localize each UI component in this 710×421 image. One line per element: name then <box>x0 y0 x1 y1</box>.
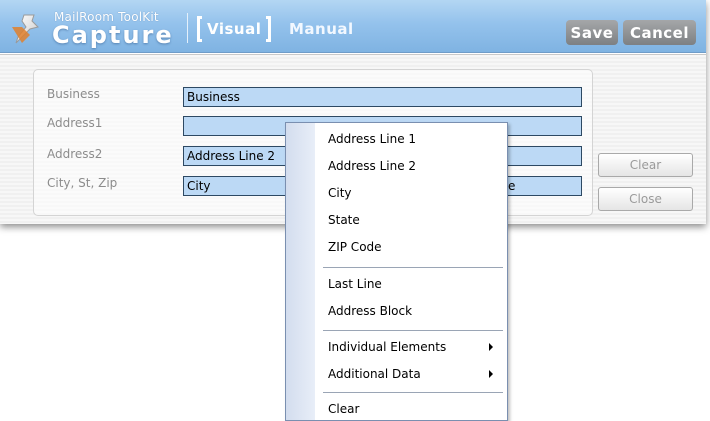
tab-visual[interactable]: Visual <box>197 15 272 43</box>
save-button[interactable]: Save <box>566 20 618 45</box>
menu-separator <box>323 392 503 393</box>
city-st-zip-label: City, St, Zip <box>47 176 118 190</box>
chevron-right-icon <box>489 343 493 351</box>
screen: MailRoom ToolKit Capture Visual Manual S… <box>0 0 710 421</box>
address2-label: Address2 <box>47 147 103 161</box>
menu-item-individual-elements[interactable]: Individual Elements <box>315 335 507 359</box>
chevron-right-icon <box>489 370 493 378</box>
cancel-button[interactable]: Cancel <box>623 20 696 45</box>
menu-item-state[interactable]: State <box>315 208 507 232</box>
menu-separator <box>323 330 503 331</box>
menu-item-additional-data[interactable]: Additional Data <box>315 362 507 386</box>
address1-label: Address1 <box>47 116 103 130</box>
tab-manual[interactable]: Manual <box>289 15 354 43</box>
menu-item-last-line[interactable]: Last Line <box>315 272 507 296</box>
menu-icon-strip <box>286 123 315 420</box>
business-label: Business <box>47 87 100 101</box>
menu-item-individual-elements-label: Individual Elements <box>328 340 447 354</box>
field-context-menu: Address Line 1 Address Line 2 City State… <box>285 122 508 421</box>
city-st-zip-value: City <box>187 179 211 193</box>
business-input[interactable]: Business <box>183 87 582 107</box>
menu-item-clear[interactable]: Clear <box>315 397 507 420</box>
city-st-zip-value-tail: e <box>508 179 516 193</box>
menu-item-address-line-1[interactable]: Address Line 1 <box>315 127 507 151</box>
title-separator <box>187 13 188 43</box>
close-button[interactable]: Close <box>598 187 693 211</box>
title-bar: MailRoom ToolKit Capture Visual Manual S… <box>0 0 706 53</box>
menu-item-additional-data-label: Additional Data <box>328 367 421 381</box>
menu-item-address-block[interactable]: Address Block <box>315 299 507 323</box>
tab-visual-label: Visual <box>207 20 262 38</box>
clear-button[interactable]: Clear <box>598 153 693 177</box>
pushpin-icon <box>12 14 39 44</box>
menu-separator <box>323 267 503 268</box>
menu-item-zip-code[interactable]: ZIP Code <box>315 235 507 259</box>
menu-item-address-line-2[interactable]: Address Line 2 <box>315 154 507 178</box>
bracket-right <box>266 16 272 42</box>
brand-title: Capture <box>52 21 174 49</box>
menu-item-city[interactable]: City <box>315 181 507 205</box>
